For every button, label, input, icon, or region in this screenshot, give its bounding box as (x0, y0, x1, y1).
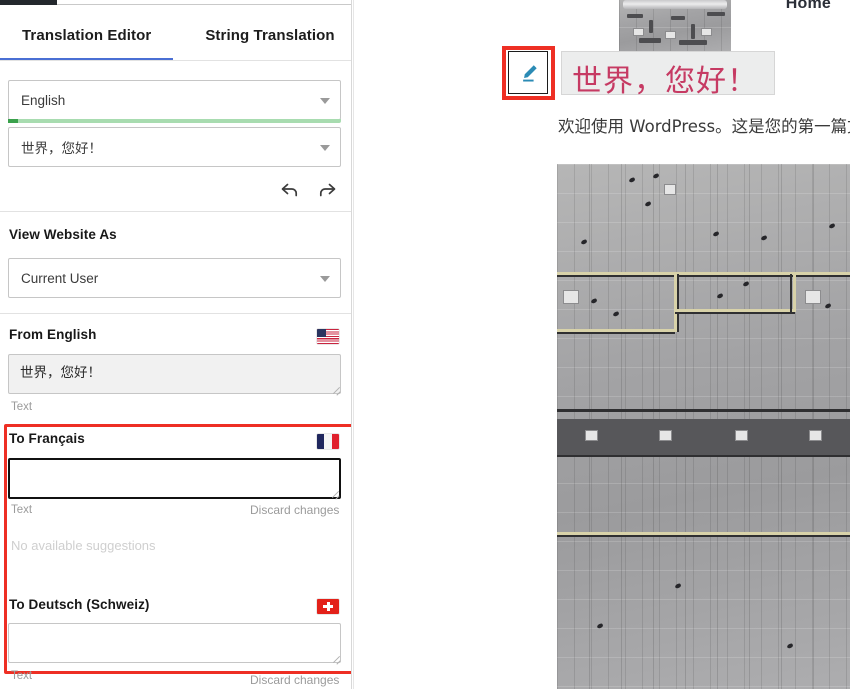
post-thumbnail-image (619, 0, 731, 51)
redo-arrow-icon (319, 183, 336, 197)
view-website-as-title: View Website As (9, 227, 117, 242)
target-text-field-francais[interactable] (8, 458, 341, 499)
undo-arrow-icon (281, 183, 298, 197)
language-select-value: English (21, 92, 66, 108)
pencil-edit-icon (523, 65, 537, 82)
section-divider-1 (0, 211, 351, 212)
translation-progress-fill (8, 119, 18, 123)
post-title: 世界，您好！ (572, 64, 758, 99)
target-language-title-deutsch: To Deutsch (Schweiz) (9, 597, 150, 612)
flag-switzerland-icon (317, 599, 339, 614)
tabs-divider (0, 60, 351, 61)
source-language-title: From English (9, 327, 97, 342)
target-language-title-francais: To Français (9, 431, 85, 446)
discard-changes-deutsch[interactable]: Discard changes (250, 673, 339, 687)
panel-tabs: Translation Editor String Translation (0, 11, 351, 59)
chevron-down-icon (320, 276, 330, 282)
no-suggestions-message: No available suggestions (11, 538, 156, 553)
undo-button[interactable] (275, 175, 305, 205)
section-divider-2 (0, 313, 351, 314)
discard-changes-francais[interactable]: Discard changes (250, 503, 339, 517)
app-root: Translation Editor String Translation En… (0, 0, 850, 689)
preview-edge (353, 0, 354, 689)
nav-item-home[interactable]: Home (786, 0, 831, 13)
post-featured-image (557, 164, 850, 689)
translation-editor-panel: Translation Editor String Translation En… (0, 0, 352, 689)
document-select[interactable]: 世界，您好！ (8, 127, 341, 167)
chevron-down-icon (320, 145, 330, 151)
flag-united-states-icon (317, 329, 339, 344)
top-divider (57, 4, 351, 5)
admin-bar-fragment (0, 0, 57, 5)
source-text-field[interactable] (8, 354, 341, 394)
redo-button[interactable] (312, 175, 342, 205)
history-controls (0, 170, 351, 210)
document-select-value: 世界，您好！ (21, 141, 102, 156)
source-field-type: Text (11, 401, 33, 413)
target-field-type-francais: Text (11, 504, 33, 516)
view-website-as-value: Current User (21, 270, 99, 286)
site-preview: Home 世界，您好！ 欢迎使用 WordPress。这是您的第一篇文章 (353, 0, 850, 689)
language-select[interactable]: English (8, 80, 341, 120)
post-excerpt: 欢迎使用 WordPress。这是您的第一篇文章 (558, 117, 850, 136)
tab-string-translation[interactable]: String Translation (205, 27, 334, 44)
tab-translation-editor[interactable]: Translation Editor (22, 27, 151, 44)
translation-progress-bar (8, 119, 341, 123)
post-title-highlight: 世界，您好！ (561, 51, 775, 99)
chevron-down-icon (320, 98, 330, 104)
edit-translation-button[interactable] (508, 51, 548, 94)
flag-france-icon (317, 434, 339, 449)
target-field-type-deutsch: Text (11, 670, 33, 682)
view-website-as-select[interactable]: Current User (8, 258, 341, 298)
target-text-field-deutsch[interactable] (8, 623, 341, 663)
